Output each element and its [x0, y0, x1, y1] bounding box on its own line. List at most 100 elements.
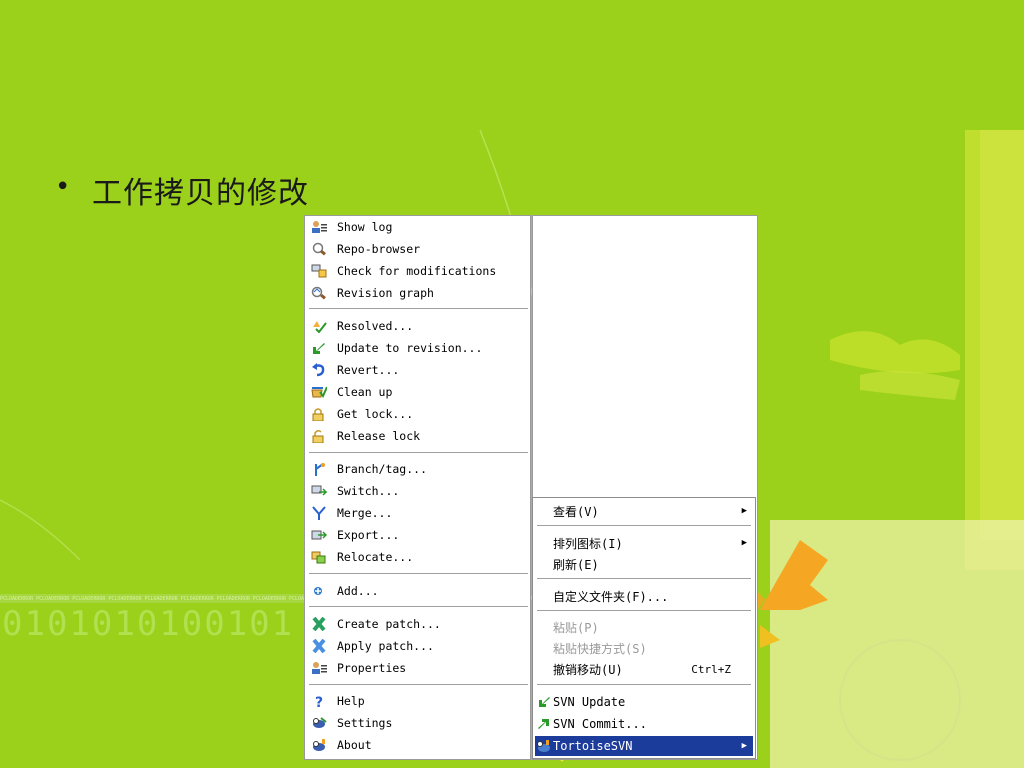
about-icon	[310, 737, 328, 753]
menu-item-label: Merge...	[337, 506, 393, 520]
switch-icon	[310, 483, 328, 499]
menu-item-label: 排列图标(I)	[553, 536, 623, 551]
tortoisesvn-icon	[537, 739, 551, 753]
menu-separator	[309, 452, 528, 454]
menu-item-revision-graph[interactable]: Revision graph	[307, 283, 528, 303]
menu-item-check-modifications[interactable]: Check for modifications	[307, 261, 528, 281]
menu-item-label: TortoiseSVN	[553, 739, 633, 753]
shortcut-label: Ctrl+Z	[691, 662, 731, 676]
menu-separator	[537, 525, 751, 527]
branch-icon	[310, 461, 328, 477]
menu-item-label: Apply patch...	[337, 639, 434, 653]
menu-item-label: Get lock...	[337, 407, 414, 421]
submenu-arrow-icon: ▶	[741, 506, 747, 516]
menu-item-label: Add...	[337, 584, 379, 598]
menu-separator	[309, 606, 528, 608]
menu-item-label: 自定义文件夹(F)...	[553, 589, 669, 604]
context-item-paste-shortcut[interactable]: 粘贴快捷方式(S)	[535, 638, 753, 658]
menu-item-branch-tag[interactable]: Branch/tag...	[307, 459, 528, 479]
context-item-undo-move[interactable]: 撤销移动(U) Ctrl+Z	[535, 659, 753, 679]
export-icon	[310, 527, 328, 543]
menu-separator	[537, 610, 751, 612]
menu-item-label: Properties	[337, 661, 407, 675]
menu-item-repo-browser[interactable]: Repo-browser	[307, 239, 528, 259]
menu-item-label: Relocate...	[337, 550, 414, 564]
menu-item-merge[interactable]: Merge...	[307, 503, 528, 523]
context-item-refresh[interactable]: 刷新(E)	[535, 554, 753, 574]
menu-separator	[537, 578, 751, 580]
menu-item-label: Switch...	[337, 484, 400, 498]
menu-separator	[309, 684, 528, 686]
submenu-arrow-icon: ▶	[741, 741, 747, 751]
menu-item-label: Revision graph	[337, 286, 434, 300]
tortoisesvn-submenu: Show log Repo-browser Check for modifica…	[304, 215, 531, 760]
menu-item-settings[interactable]: Settings	[307, 713, 528, 733]
add-icon	[310, 583, 328, 599]
menu-item-label: 粘贴快捷方式(S)	[553, 641, 647, 656]
menu-item-label: Branch/tag...	[337, 462, 428, 476]
resolved-icon	[310, 318, 328, 334]
menu-item-show-log[interactable]: Show log	[307, 217, 528, 237]
apply-patch-icon	[310, 638, 328, 654]
menu-separator	[537, 684, 751, 686]
menu-item-clean-up[interactable]: Clean up	[307, 382, 528, 402]
menu-item-label: 粘贴(P)	[553, 620, 599, 635]
menu-item-label: Repo-browser	[337, 242, 421, 256]
context-item-customize-folder[interactable]: 自定义文件夹(F)...	[535, 586, 753, 606]
menu-item-label: About	[337, 738, 372, 752]
menu-item-help[interactable]: ? Help	[307, 691, 528, 711]
repo-browser-icon	[310, 241, 328, 257]
menu-item-label: Update to revision...	[337, 341, 483, 355]
properties-icon	[310, 660, 328, 676]
menu-item-label: Clean up	[337, 385, 393, 399]
menu-item-label: SVN Update	[553, 695, 626, 709]
menu-item-label: 撤销移动(U)	[553, 662, 623, 677]
submenu-arrow-icon: ▶	[741, 538, 747, 548]
context-item-arrange-icons[interactable]: 排列图标(I) ▶	[535, 533, 753, 553]
menu-item-label: 刷新(E)	[553, 557, 599, 572]
menu-item-update-to-revision[interactable]: Update to revision...	[307, 338, 528, 358]
merge-icon	[310, 505, 328, 521]
update-revision-icon	[310, 340, 328, 356]
help-icon: ?	[310, 693, 328, 709]
menu-item-about[interactable]: About	[307, 735, 528, 755]
menu-item-label: Settings	[337, 716, 393, 730]
svg-text:?: ?	[315, 695, 323, 708]
menu-separator	[309, 308, 528, 310]
revision-graph-icon	[310, 285, 328, 301]
settings-icon	[310, 715, 328, 731]
menu-item-add[interactable]: Add...	[307, 581, 528, 601]
menu-item-label: Help	[337, 694, 365, 708]
svn-commit-icon	[537, 717, 551, 731]
menu-item-properties[interactable]: Properties	[307, 658, 528, 678]
menu-item-export[interactable]: Export...	[307, 525, 528, 545]
create-patch-icon	[310, 616, 328, 632]
context-item-paste[interactable]: 粘贴(P)	[535, 617, 753, 637]
context-item-svn-update[interactable]: SVN Update	[535, 692, 753, 712]
menu-item-release-lock[interactable]: Release lock	[307, 426, 528, 446]
cleanup-icon	[310, 384, 328, 400]
slide-title: 工作拷贝的修改	[92, 176, 309, 211]
menu-item-label: Release lock	[337, 429, 421, 443]
unlock-icon	[310, 428, 328, 444]
menu-item-revert[interactable]: Revert...	[307, 360, 528, 380]
menu-item-label: SVN Commit...	[553, 717, 647, 731]
menu-item-apply-patch[interactable]: Apply patch...	[307, 636, 528, 656]
menu-item-label: Export...	[337, 528, 400, 542]
menu-item-resolved[interactable]: Resolved...	[307, 316, 528, 336]
menu-item-get-lock[interactable]: Get lock...	[307, 404, 528, 424]
menu-item-label: Show log	[337, 220, 393, 234]
svn-update-icon	[537, 695, 551, 709]
context-item-tortoisesvn[interactable]: TortoiseSVN ▶	[535, 736, 753, 756]
menu-item-relocate[interactable]: Relocate...	[307, 547, 528, 567]
show-log-icon	[310, 219, 328, 235]
relocate-icon	[310, 549, 328, 565]
menu-item-label: 查看(V)	[553, 504, 599, 519]
explorer-context-menu: 查看(V) ▶ 排列图标(I) ▶ 刷新(E) 自定义文件夹(F)... 粘贴(…	[532, 497, 756, 759]
menu-item-switch[interactable]: Switch...	[307, 481, 528, 501]
menu-item-create-patch[interactable]: Create patch...	[307, 614, 528, 634]
revert-icon	[310, 362, 328, 378]
context-item-svn-commit[interactable]: SVN Commit...	[535, 714, 753, 734]
context-item-view[interactable]: 查看(V) ▶	[535, 501, 753, 521]
background-binary-text: 0101010100101	[2, 604, 295, 644]
